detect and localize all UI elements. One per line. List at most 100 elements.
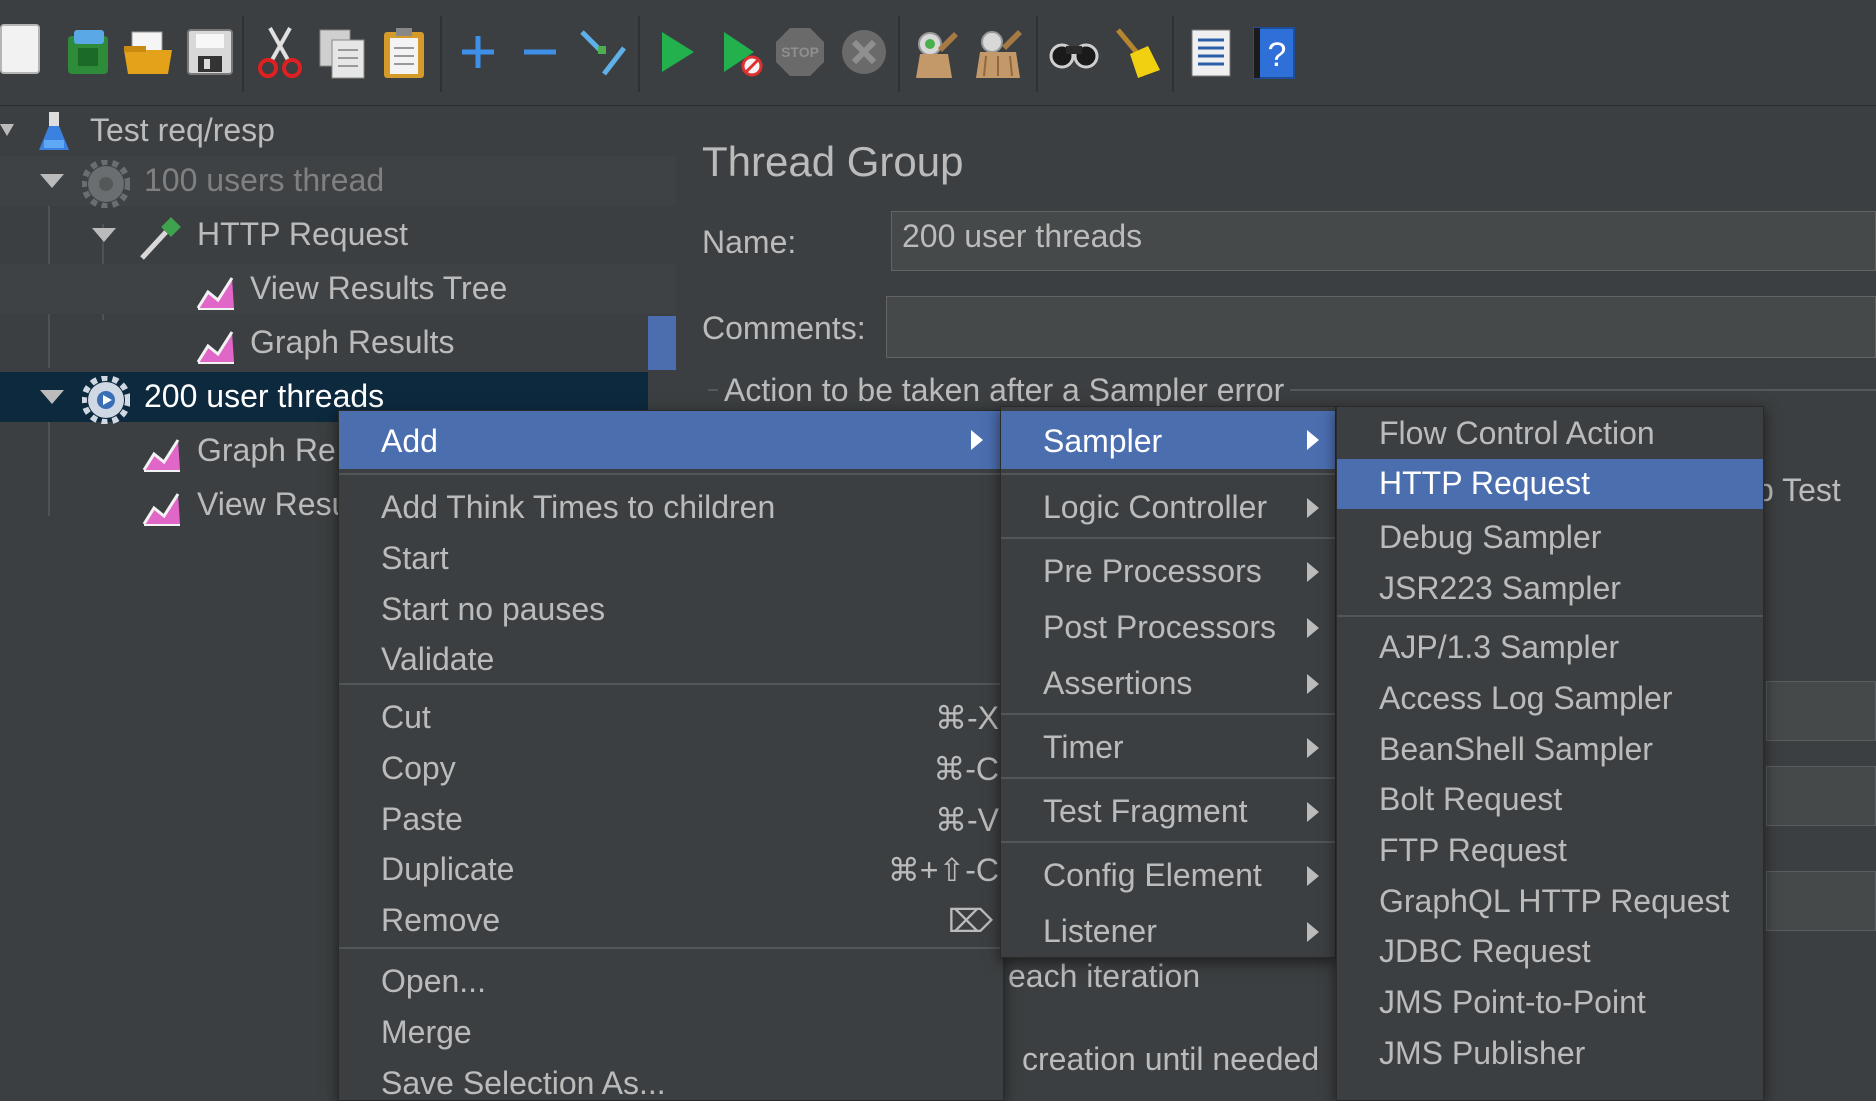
menu-item-beanshell-sampler[interactable]: BeanShell Sampler [1337, 723, 1763, 777]
name-field[interactable]: 200 user threads [891, 211, 1876, 271]
submenu-arrow-icon [1307, 922, 1319, 942]
menu-item-logic-controller[interactable]: Logic Controller [1001, 481, 1335, 535]
tree-node-http-request[interactable]: HTTP Request [0, 210, 676, 260]
function-helper-icon[interactable] [1182, 24, 1238, 80]
menu-item-merge[interactable]: Merge [339, 1006, 1003, 1060]
menu-item-duplicate[interactable]: Duplicate ⌘+⇧-C [339, 843, 1003, 897]
menu-separator [339, 683, 1003, 685]
submenu-arrow-icon [1307, 618, 1319, 638]
menu-item-label: Copy [381, 750, 456, 786]
menu-item-add-think-times[interactable]: Add Think Times to children [339, 481, 1003, 535]
menu-item-start-no-pauses[interactable]: Start no pauses [339, 583, 1003, 637]
toolbar-separator [1172, 16, 1174, 92]
delete-key-icon: ⌦ [947, 903, 993, 939]
collapse-arrow-icon[interactable] [92, 226, 116, 246]
collapse-arrow-icon[interactable] [0, 120, 14, 142]
start-no-pauses-icon[interactable] [712, 24, 768, 80]
comments-field[interactable] [886, 296, 1876, 358]
collapse-icon[interactable] [512, 24, 568, 80]
stop-test-radio-label[interactable]: p Test [1756, 472, 1841, 509]
menu-item-bolt-request[interactable]: Bolt Request [1337, 773, 1763, 827]
copy-icon[interactable] [314, 24, 370, 80]
toggle-icon[interactable] [574, 24, 630, 80]
same-user-each-iteration-label: each iteration [1008, 958, 1201, 994]
expand-icon[interactable] [450, 24, 506, 80]
menu-item-pre-processors[interactable]: Pre Processors [1001, 545, 1335, 599]
toolbar-separator [898, 16, 900, 92]
menu-item-debug-sampler[interactable]: Debug Sampler [1337, 511, 1763, 565]
search-icon[interactable] [1046, 24, 1102, 80]
hidden-field[interactable] [1766, 681, 1876, 741]
collapse-arrow-icon[interactable] [40, 172, 64, 192]
templates-icon[interactable] [60, 24, 116, 80]
tree-node-graph-results[interactable]: Graph Results [0, 316, 676, 370]
context-menu: Add Add Think Times to children Start St… [338, 410, 1004, 1101]
menu-separator [1001, 473, 1335, 475]
tree-node-thread-group-disabled[interactable]: 100 users thread [0, 156, 676, 208]
tree-node-view-results-tree[interactable]: View Results Tree [0, 264, 676, 314]
tree-scroll-indicator[interactable] [648, 316, 676, 370]
menu-item-ftp-request[interactable]: FTP Request [1337, 824, 1763, 878]
menu-separator [339, 947, 1003, 949]
hidden-field[interactable] [1766, 766, 1876, 826]
page-title: Thread Group [702, 138, 964, 185]
menu-item-jsr223-sampler[interactable]: JSR223 Sampler [1337, 562, 1763, 616]
clear-icon[interactable] [908, 24, 964, 80]
menu-item-http-request[interactable]: HTTP Request [1337, 459, 1763, 509]
save-icon[interactable] [182, 24, 238, 80]
menu-item-add[interactable]: Add [339, 411, 1003, 469]
tree-node-test-plan[interactable]: Test req/resp [0, 106, 676, 156]
help-icon[interactable]: ? [1246, 24, 1302, 80]
start-icon[interactable] [648, 24, 704, 80]
menu-item-copy[interactable]: Copy ⌘-C [339, 742, 1003, 796]
listener-chart-icon [142, 439, 180, 472]
menu-item-config-element[interactable]: Config Element [1001, 849, 1335, 903]
menu-item-jms-point-to-point[interactable]: JMS Point-to-Point [1337, 976, 1763, 1030]
menu-item-post-processors[interactable]: Post Processors [1001, 601, 1335, 655]
tree-node-label: HTTP Request [197, 216, 409, 252]
menu-item-access-log-sampler[interactable]: Access Log Sampler [1337, 672, 1763, 726]
new-icon[interactable] [0, 24, 40, 74]
menu-item-label: Save Selection As... [381, 1065, 666, 1101]
menu-item-label: Remove [381, 902, 501, 938]
toolbar-separator [1036, 16, 1038, 92]
menu-item-cut[interactable]: Cut ⌘-X [339, 691, 1003, 745]
menu-item-listener[interactable]: Listener [1001, 905, 1335, 959]
menu-item-label: JDBC Request [1379, 933, 1591, 969]
menu-item-remove[interactable]: Remove ⌦ [339, 894, 1003, 948]
menu-item-label: Config Element [1043, 857, 1262, 893]
menu-item-validate[interactable]: Validate [339, 633, 1003, 687]
shortcut-label: ⌘-C [933, 751, 999, 787]
hidden-field[interactable] [1766, 871, 1876, 931]
open-icon[interactable] [120, 24, 176, 80]
name-label: Name: [702, 224, 797, 260]
menu-item-label: Cut [381, 699, 431, 735]
collapse-arrow-icon[interactable] [40, 388, 64, 408]
clear-all-icon[interactable] [972, 24, 1028, 80]
menu-item-ajp-sampler[interactable]: AJP/1.3 Sampler [1337, 621, 1763, 675]
submenu-arrow-icon [1307, 674, 1319, 694]
reset-search-icon[interactable] [1108, 24, 1164, 80]
menu-item-paste[interactable]: Paste ⌘-V [339, 793, 1003, 847]
menu-item-label: Test Fragment [1043, 793, 1248, 829]
stop-icon[interactable]: STOP [772, 24, 828, 80]
menu-item-label: Merge [381, 1014, 472, 1050]
menu-item-test-fragment[interactable]: Test Fragment [1001, 785, 1335, 839]
menu-item-jms-publisher[interactable]: JMS Publisher [1337, 1027, 1763, 1081]
menu-item-flow-control-action[interactable]: Flow Control Action [1337, 407, 1763, 459]
menu-separator [1337, 615, 1763, 617]
menu-item-assertions[interactable]: Assertions [1001, 657, 1335, 711]
cut-icon[interactable] [252, 24, 308, 80]
paste-icon[interactable] [376, 24, 432, 80]
svg-text:STOP: STOP [781, 44, 819, 60]
thread-group-gear-icon [82, 376, 130, 424]
menu-item-timer[interactable]: Timer [1001, 721, 1335, 775]
menu-item-start[interactable]: Start [339, 532, 1003, 586]
menu-item-sampler[interactable]: Sampler [1001, 411, 1335, 469]
menu-item-label: Debug Sampler [1379, 519, 1602, 555]
menu-item-open[interactable]: Open... [339, 955, 1003, 1009]
menu-item-save-selection[interactable]: Save Selection As... [339, 1057, 1003, 1101]
menu-item-jdbc-request[interactable]: JDBC Request [1337, 925, 1763, 979]
shutdown-icon[interactable] [836, 24, 892, 80]
menu-item-graphql-http-request[interactable]: GraphQL HTTP Request [1337, 875, 1763, 929]
